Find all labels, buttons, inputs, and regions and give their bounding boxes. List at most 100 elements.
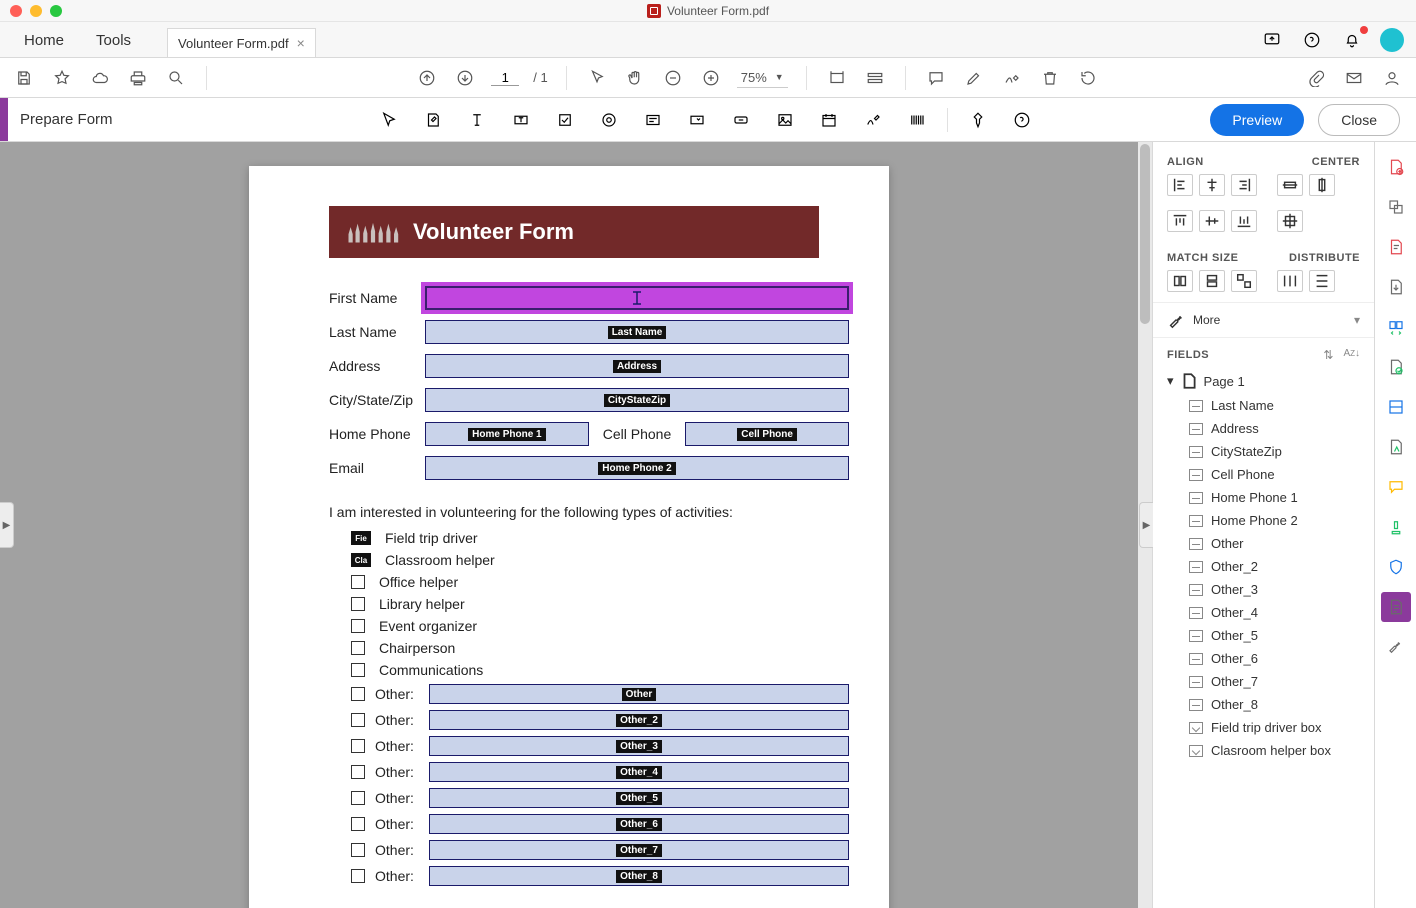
date-field-tool-icon[interactable]: [815, 106, 843, 134]
document-tab[interactable]: Volunteer Form.pdf ×: [167, 28, 316, 57]
checkbox-classroom[interactable]: Cla: [351, 553, 371, 567]
field-list-item[interactable]: Other_2: [1161, 555, 1366, 578]
save-icon[interactable]: [12, 66, 36, 90]
align-center-h-icon[interactable]: [1199, 174, 1225, 196]
match-height-icon[interactable]: [1199, 270, 1225, 292]
zoom-select[interactable]: 75%▼: [737, 68, 788, 88]
preview-button[interactable]: Preview: [1210, 104, 1304, 136]
rail-more-tools-icon[interactable]: [1381, 632, 1411, 662]
profile-icon[interactable]: [1380, 66, 1404, 90]
zoom-in-icon[interactable]: [699, 66, 723, 90]
center-v-icon[interactable]: [1309, 174, 1335, 196]
field-list-item[interactable]: Last Name: [1161, 394, 1366, 417]
more-row[interactable]: More ▾: [1153, 302, 1374, 338]
rotate-icon[interactable]: [1076, 66, 1100, 90]
button-tool-icon[interactable]: [727, 106, 755, 134]
notifications-icon[interactable]: [1340, 28, 1364, 52]
close-button[interactable]: Close: [1318, 104, 1400, 136]
page-up-icon[interactable]: [415, 66, 439, 90]
checkbox-chair[interactable]: [351, 641, 365, 655]
field-other-2[interactable]: Other_2: [429, 710, 849, 730]
center-h-icon[interactable]: [1277, 174, 1303, 196]
user-avatar[interactable]: [1380, 28, 1404, 52]
field-list-item[interactable]: Clasroom helper box: [1161, 739, 1366, 762]
select-tool-icon[interactable]: [585, 66, 609, 90]
share-screen-icon[interactable]: [1260, 28, 1284, 52]
left-panel-toggle[interactable]: ▶: [0, 502, 14, 548]
align-left-icon[interactable]: [1167, 174, 1193, 196]
star-icon[interactable]: [50, 66, 74, 90]
distribute-v-icon[interactable]: [1309, 270, 1335, 292]
checkbox-other-5[interactable]: [351, 791, 365, 805]
barcode-tool-icon[interactable]: [903, 106, 931, 134]
text-field-tool-icon[interactable]: [463, 106, 491, 134]
attachment-icon[interactable]: [1304, 66, 1328, 90]
align-right-icon[interactable]: [1231, 174, 1257, 196]
help-icon[interactable]: [1300, 28, 1324, 52]
checkbox-other-3[interactable]: [351, 739, 365, 753]
rail-request-icon[interactable]: [1381, 432, 1411, 462]
checkbox-other-6[interactable]: [351, 817, 365, 831]
sign-icon[interactable]: [1000, 66, 1024, 90]
center-both-icon[interactable]: [1277, 210, 1303, 232]
field-list-item[interactable]: Other_8: [1161, 693, 1366, 716]
fit-width-icon[interactable]: [825, 66, 849, 90]
delete-icon[interactable]: [1038, 66, 1062, 90]
rail-combine-icon[interactable]: [1381, 192, 1411, 222]
field-list-item[interactable]: Address: [1161, 417, 1366, 440]
rail-comment-icon[interactable]: [1381, 472, 1411, 502]
distribute-h-icon[interactable]: [1277, 270, 1303, 292]
rail-stamp-icon[interactable]: [1381, 512, 1411, 542]
image-field-tool-icon[interactable]: [771, 106, 799, 134]
field-other-1[interactable]: Other: [429, 684, 849, 704]
reflow-icon[interactable]: [863, 66, 887, 90]
field-other-8[interactable]: Other_8: [429, 866, 849, 886]
email-icon[interactable]: [1342, 66, 1366, 90]
field-list-item[interactable]: Other_3: [1161, 578, 1366, 601]
pin-tool-icon[interactable]: [964, 106, 992, 134]
field-other-7[interactable]: Other_7: [429, 840, 849, 860]
tree-page-1[interactable]: ▾ Page 1: [1161, 368, 1366, 394]
checkbox-comm[interactable]: [351, 663, 365, 677]
find-icon[interactable]: [164, 66, 188, 90]
text-field-box-tool-icon[interactable]: [507, 106, 535, 134]
sort-az-icon[interactable]: AZ↓: [1343, 348, 1360, 362]
zoom-out-icon[interactable]: [661, 66, 685, 90]
sort-icon[interactable]: ⇅: [1323, 348, 1333, 362]
field-list-item[interactable]: Other_5: [1161, 624, 1366, 647]
dropdown-tool-icon[interactable]: [683, 106, 711, 134]
checkbox-other-1[interactable]: [351, 687, 365, 701]
rail-protect-icon[interactable]: [1381, 552, 1411, 582]
list-tool-icon[interactable]: [639, 106, 667, 134]
signature-field-tool-icon[interactable]: [859, 106, 887, 134]
form-help-icon[interactable]: [1008, 106, 1036, 134]
field-list-item[interactable]: Other_7: [1161, 670, 1366, 693]
field-email[interactable]: Home Phone 2: [425, 456, 849, 480]
field-list-item[interactable]: Other_6: [1161, 647, 1366, 670]
right-panel-toggle[interactable]: ▶: [1139, 502, 1153, 548]
tab-tools[interactable]: Tools: [80, 24, 147, 57]
field-home-phone-1[interactable]: Home Phone 1: [425, 422, 589, 446]
checkbox-field-trip[interactable]: Fie: [351, 531, 371, 545]
comment-icon[interactable]: [924, 66, 948, 90]
rail-prepare-form-icon[interactable]: [1381, 592, 1411, 622]
field-other-6[interactable]: Other_6: [429, 814, 849, 834]
field-list-item[interactable]: Home Phone 2: [1161, 509, 1366, 532]
rail-scan-icon[interactable]: [1381, 392, 1411, 422]
field-other-5[interactable]: Other_5: [429, 788, 849, 808]
rail-create-pdf-icon[interactable]: [1381, 152, 1411, 182]
match-both-icon[interactable]: [1231, 270, 1257, 292]
align-middle-icon[interactable]: [1199, 210, 1225, 232]
checkbox-other-7[interactable]: [351, 843, 365, 857]
rail-organize-icon[interactable]: [1381, 312, 1411, 342]
checkbox-library[interactable]: [351, 597, 365, 611]
field-other-3[interactable]: Other_3: [429, 736, 849, 756]
rail-edit-icon[interactable]: [1381, 232, 1411, 262]
tab-home[interactable]: Home: [8, 24, 80, 57]
page-down-icon[interactable]: [453, 66, 477, 90]
checkbox-other-8[interactable]: [351, 869, 365, 883]
print-icon[interactable]: [126, 66, 150, 90]
rail-export-icon[interactable]: [1381, 272, 1411, 302]
field-first-name[interactable]: [425, 286, 849, 310]
selection-tool-icon[interactable]: [375, 106, 403, 134]
